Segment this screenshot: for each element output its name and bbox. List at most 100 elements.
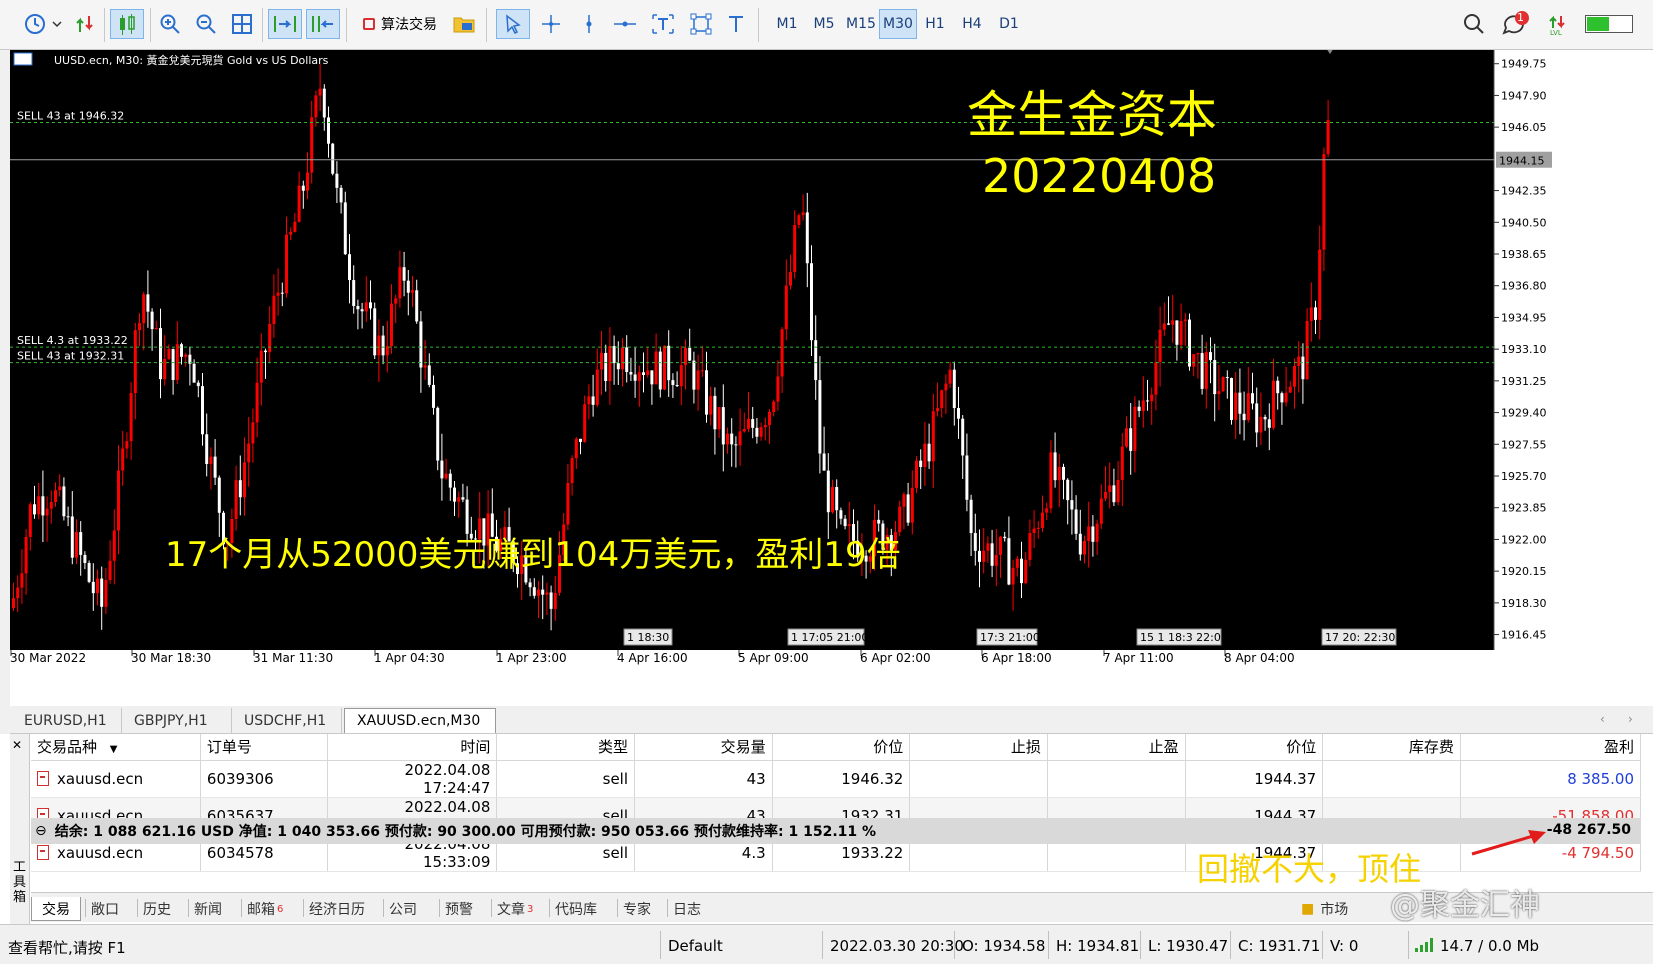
candle-body — [898, 506, 902, 533]
col-swap[interactable]: 库存费 — [1322, 734, 1461, 761]
timeframe-m1-button[interactable]: M1 — [768, 9, 806, 39]
tab-eurusd[interactable]: EURUSD,H1 — [12, 708, 122, 733]
candle-body — [1196, 353, 1200, 355]
candle-body — [612, 346, 616, 364]
candle-body — [734, 444, 738, 446]
chart-canvas[interactable]: SELL 43 at 1946.32 SELL 4.3 at 1933.22 SEL… — [10, 50, 1653, 706]
candle-body — [978, 550, 981, 562]
toolbox-tab-10[interactable]: 专家 — [623, 897, 651, 921]
col-volume[interactable]: 交易量 — [634, 734, 773, 761]
toolbox-tab-7[interactable]: 预警 — [445, 897, 473, 921]
col-time[interactable]: 时间 — [327, 734, 498, 761]
col-type[interactable]: 类型 — [496, 734, 636, 761]
price-tick-label: 1946.05 — [1501, 121, 1547, 134]
candle-body — [394, 298, 398, 304]
text-icon[interactable] — [722, 9, 750, 39]
col-tp[interactable]: 止盈 — [1047, 734, 1186, 761]
cursor-icon[interactable] — [496, 9, 530, 39]
zoom-in-icon[interactable] — [156, 9, 184, 39]
notifications-icon[interactable]: 1 — [1498, 9, 1534, 39]
algo-trading-button[interactable]: 算法交易 — [354, 9, 446, 39]
price-tick-label: 1920.15 — [1501, 565, 1547, 578]
autoscroll-icon[interactable] — [268, 9, 302, 39]
horizontal-line-icon[interactable] — [610, 9, 640, 39]
overlay-caption: 17个月从52000美元赚到104万美元，盈利19倍 — [165, 535, 901, 575]
price-tick-label: 1931.25 — [1501, 375, 1547, 388]
zoom-out-icon[interactable] — [192, 9, 220, 39]
candle-body — [919, 460, 923, 467]
candle-body — [1267, 419, 1271, 428]
candlesticks-icon[interactable] — [110, 9, 144, 39]
tabs-scroll-right-icon[interactable]: › — [1628, 712, 1633, 726]
candle-body — [986, 543, 990, 551]
price-chart[interactable]: SELL 43 at 1946.32 SELL 4.3 at 1933.22 SEL… — [10, 50, 1653, 706]
candle-body — [915, 460, 918, 488]
col-open-price[interactable]: 价位 — [772, 734, 911, 761]
candle-body — [1062, 466, 1065, 480]
toolbox-tab-6[interactable]: 公司 — [389, 897, 417, 921]
candle-body — [839, 510, 843, 519]
chart-shift-icon[interactable] — [306, 9, 340, 39]
candle-body — [104, 580, 108, 607]
cell-price: 1944.37 — [1185, 760, 1324, 798]
symbol-text: xauusd.ecn — [57, 843, 144, 862]
table-row[interactable]: xauusd.ecn 6039306 2022.04.08 17:24:47 sell… — [31, 760, 1642, 798]
toolbox-tab-8[interactable]: 文章 3 — [497, 897, 533, 921]
market-button[interactable]: ■ 市场 — [1301, 897, 1348, 921]
one-click-trade-icon[interactable] — [72, 9, 98, 39]
toolbox-tab-9[interactable]: 代码库 — [555, 897, 597, 921]
close-icon[interactable]: ✕ — [12, 738, 22, 752]
crosshair-icon[interactable] — [536, 9, 566, 39]
tab-usdchf[interactable]: USDCHF,H1 — [232, 708, 342, 733]
tab-xauusd[interactable]: XAUUSD.ecn,M30 — [344, 708, 496, 733]
tabs-scroll-left-icon[interactable]: ‹ — [1600, 712, 1605, 726]
toolbox-tab-4[interactable]: 邮箱 6 — [247, 897, 283, 921]
toolbox-tab-3[interactable]: 新闻 — [194, 897, 222, 921]
text-label-icon[interactable] — [648, 9, 678, 39]
candle-body — [570, 458, 574, 484]
lock-icon: ■ — [1301, 901, 1315, 917]
col-ticket[interactable]: 订单号 — [200, 734, 328, 761]
candle-body — [83, 554, 87, 563]
timeframe-h4-button[interactable]: H4 — [953, 9, 991, 39]
col-sl[interactable]: 止损 — [909, 734, 1048, 761]
timeframe-m30-button[interactable]: M30 — [879, 9, 917, 39]
status-profile[interactable]: Default — [668, 937, 723, 955]
toolbox-tab-5[interactable]: 经济日历 — [309, 897, 365, 921]
candle-body — [763, 425, 767, 428]
vertical-line-icon[interactable] — [574, 9, 604, 39]
search-icon[interactable] — [1458, 9, 1490, 39]
clock-icon[interactable] — [22, 9, 48, 39]
candle-body — [1301, 356, 1305, 380]
grid-icon[interactable] — [228, 9, 256, 39]
order-line-label: SELL 4.3 at 1933.22 — [17, 334, 128, 347]
col-price[interactable]: 价位 — [1185, 734, 1324, 761]
candle-body — [587, 396, 591, 405]
candle-body — [79, 532, 83, 555]
timeframe-m5-button[interactable]: M5 — [805, 9, 843, 39]
candle-body — [944, 383, 948, 391]
chevron-down-icon[interactable] — [50, 9, 64, 39]
collapse-icon[interactable]: ⊖ — [35, 823, 47, 839]
candle-body — [793, 224, 797, 272]
total-profit: -48 267.50 — [1546, 822, 1631, 838]
timeframe-m15-button[interactable]: M15 — [842, 9, 880, 39]
cell-ticket: 6039306 — [200, 760, 328, 798]
toolbox-tab-11[interactable]: 日志 — [673, 897, 701, 921]
candle-body — [810, 263, 813, 341]
tab-gbpjpy[interactable]: GBPJPY,H1 — [122, 708, 232, 733]
toolbox-tab-0[interactable]: 交易 — [31, 897, 81, 921]
toolbox-tab-1[interactable]: 敞口 — [91, 897, 119, 921]
folder-icon[interactable] — [450, 9, 478, 39]
chart-tabs: EURUSD,H1 GBPJPY,H1 USDCHF,H1 XAUUSD.ecn… — [10, 706, 1653, 734]
timeframe-h1-button[interactable]: H1 — [916, 9, 954, 39]
candle-body — [973, 533, 977, 551]
candle-body — [175, 344, 179, 381]
timeframe-d1-button[interactable]: D1 — [990, 9, 1028, 39]
col-symbol[interactable]: 交易品种 ▼ — [31, 734, 201, 761]
candle-body — [150, 311, 154, 330]
col-profit[interactable]: 盈利 — [1460, 734, 1642, 761]
cell-volume: 43 — [634, 760, 773, 798]
shapes-icon[interactable] — [686, 9, 716, 39]
toolbox-tab-2[interactable]: 历史 — [143, 897, 171, 921]
